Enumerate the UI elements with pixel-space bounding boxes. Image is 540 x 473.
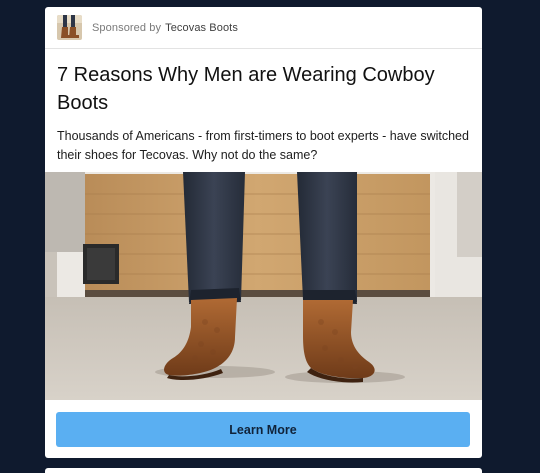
ad-title[interactable]: 7 Reasons Why Men are Wearing Cowboy Boo…: [57, 61, 470, 117]
learn-more-button[interactable]: Learn More: [56, 412, 470, 447]
ad-body-text: Thousands of Americans - from first-time…: [57, 129, 469, 162]
next-post-card-edge: [45, 468, 482, 473]
sponsored-post-card: Sponsored by Tecovas Boots 7 Reasons Why…: [45, 7, 482, 458]
sponsor-header: Sponsored by Tecovas Boots: [45, 7, 482, 49]
sponsored-label: Sponsored by: [92, 21, 162, 34]
dashboard-page: Sponsored by Tecovas Boots 7 Reasons Why…: [0, 0, 540, 473]
sponsor-name-link[interactable]: Tecovas Boots: [165, 22, 238, 34]
ad-hero-image[interactable]: [45, 172, 482, 400]
boots-thumbnail-icon: [57, 15, 82, 40]
cowboy-boots-photo: [45, 172, 482, 400]
sponsor-avatar[interactable]: [57, 15, 82, 40]
